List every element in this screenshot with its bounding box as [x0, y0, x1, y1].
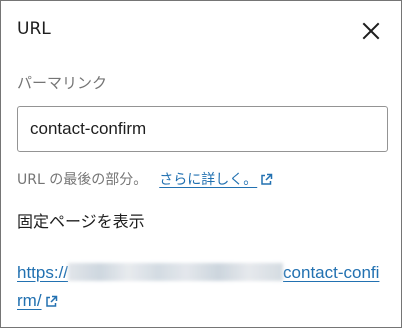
- panel-title: URL: [17, 19, 51, 39]
- permalink-input[interactable]: [17, 106, 388, 152]
- learn-more-link[interactable]: さらに詳しく。: [159, 172, 273, 188]
- url-prefix: https://: [17, 263, 69, 282]
- view-page-link[interactable]: https://contact-confirm/: [17, 259, 382, 315]
- redacted-domain: [68, 263, 284, 281]
- help-text-row: URL の最後の部分。 さらに詳しく。: [17, 169, 273, 191]
- close-icon: [362, 22, 380, 40]
- external-link-icon: [261, 173, 273, 185]
- external-link-icon: [45, 295, 57, 307]
- url-panel: URL パーマリンク URL の最後の部分。さらに詳しく。 固定ページを表示 h…: [0, 0, 402, 328]
- learn-more-label: さらに詳しく。: [159, 172, 258, 188]
- close-button[interactable]: [357, 17, 385, 45]
- permalink-label: パーマリンク: [17, 74, 108, 92]
- view-page-label: 固定ページを表示: [17, 212, 145, 231]
- help-text: URL の最後の部分。: [17, 172, 148, 188]
